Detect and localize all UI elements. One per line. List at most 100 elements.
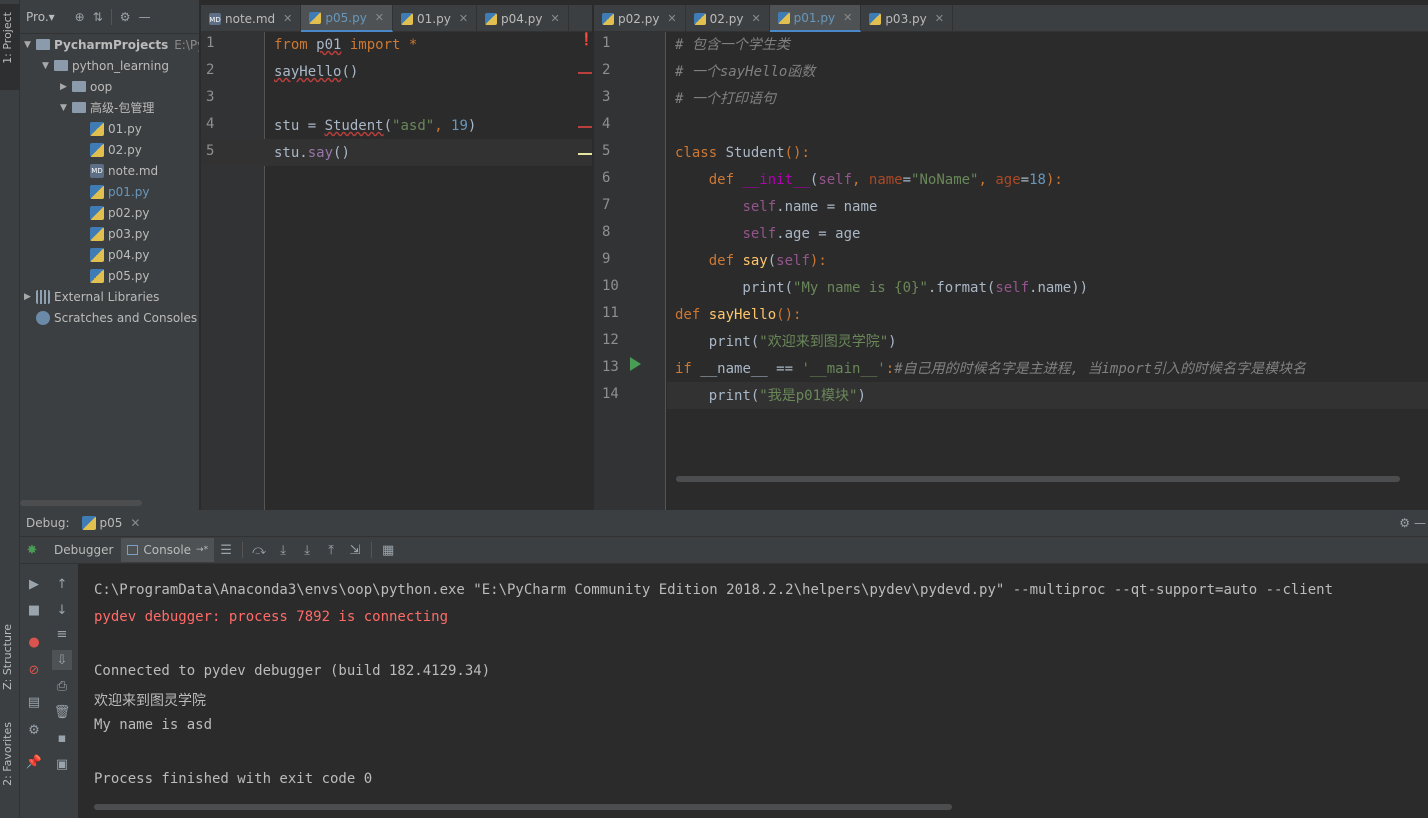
- code-line[interactable]: self.age = age: [675, 221, 860, 248]
- editor-tab[interactable]: MD note.md ✕: [201, 5, 302, 32]
- step-over-icon[interactable]: ⤼: [247, 538, 271, 562]
- resume-icon[interactable]: ▶: [24, 574, 44, 594]
- console-tab[interactable]: Console →*: [121, 538, 215, 562]
- collapse-all-icon[interactable]: ⇅: [93, 10, 103, 24]
- step-into-icon[interactable]: ⤓: [271, 538, 295, 562]
- code-line[interactable]: # 一个sayHello函数: [675, 59, 815, 86]
- run-to-cursor-icon[interactable]: ⇲: [343, 538, 367, 562]
- code-line[interactable]: # 包含一个学生类: [675, 32, 790, 59]
- error-stripe-mark[interactable]: [578, 72, 592, 74]
- scroll-up-icon[interactable]: ↑: [52, 574, 72, 594]
- step-out-icon[interactable]: ⤒: [319, 538, 343, 562]
- code-line[interactable]: if __name__ == '__main__':#自己用的时候名字是主进程,…: [675, 356, 1306, 383]
- console-horizontal-scrollbar[interactable]: [94, 804, 952, 810]
- code-line[interactable]: print("欢迎来到图灵学院"): [675, 329, 897, 356]
- hide-panel-icon[interactable]: —: [139, 10, 151, 24]
- chevron-down-icon[interactable]: ▼: [60, 103, 72, 113]
- code-line[interactable]: stu = Student("asd", 19): [274, 113, 476, 140]
- code-line[interactable]: # 一个打印语句: [675, 86, 776, 113]
- project-tree-item[interactable]: ▼ PycharmProjects E:\Pyc: [24, 34, 199, 55]
- pin-icon[interactable]: 📌: [24, 752, 44, 772]
- gear-icon[interactable]: ⚙: [120, 10, 131, 24]
- project-tree-item[interactable]: p02.py: [78, 202, 149, 223]
- debugger-tab[interactable]: Debugger: [54, 543, 113, 557]
- code-line[interactable]: print("My name is {0}".format(self.name)…: [675, 275, 1088, 302]
- debug-console-output[interactable]: C:\ProgramData\Anaconda3\envs\oop\python…: [78, 564, 1428, 818]
- project-tree-item[interactable]: p03.py: [78, 223, 149, 244]
- error-stripe-mark[interactable]: [578, 126, 592, 128]
- code-line[interactable]: def sayHello():: [675, 302, 801, 329]
- close-icon[interactable]: ✕: [843, 11, 852, 24]
- soft-wrap-icon[interactable]: ≡: [52, 624, 72, 644]
- editor-tab-label: 02.py: [709, 11, 744, 26]
- project-tree-item[interactable]: p04.py: [78, 244, 149, 265]
- project-tree-item[interactable]: p05.py: [78, 265, 149, 286]
- mute-breakpoints-icon[interactable]: ⊘: [24, 660, 44, 680]
- code-line[interactable]: stu.say(): [274, 140, 350, 167]
- trash-icon[interactable]: 🗑: [52, 702, 72, 722]
- editor-tab[interactable]: p04.py ✕: [477, 5, 569, 32]
- close-icon[interactable]: ✕: [283, 12, 292, 25]
- editor-tab[interactable]: 01.py ✕: [393, 5, 478, 32]
- project-horizontal-scrollbar[interactable]: [20, 500, 142, 506]
- scroll-down-icon[interactable]: ↓: [52, 600, 72, 620]
- chevron-right-icon[interactable]: ▶: [24, 292, 36, 302]
- chevron-down-icon[interactable]: ▼: [24, 40, 36, 50]
- editor-horizontal-scrollbar[interactable]: [676, 476, 1400, 482]
- layout-menu-icon[interactable]: ☰: [214, 538, 238, 562]
- project-tree-item[interactable]: MD note.md: [78, 160, 158, 181]
- close-icon[interactable]: ✕: [667, 12, 676, 25]
- project-tree-item[interactable]: ▼ python_learning: [42, 55, 169, 76]
- code-line[interactable]: def __init__(self, name="NoName", age=18…: [675, 167, 1063, 194]
- history-icon[interactable]: ▣: [52, 754, 72, 774]
- debug-session-tab[interactable]: p05: [100, 516, 123, 530]
- evaluate-expression-icon[interactable]: ▦: [376, 538, 400, 562]
- structure-tool-tab[interactable]: Z: Structure: [0, 600, 20, 692]
- code-line[interactable]: def say(self):: [675, 248, 827, 275]
- close-icon[interactable]: ✕: [459, 12, 468, 25]
- project-tree-item[interactable]: p01.py: [78, 181, 149, 202]
- stop-icon[interactable]: ■: [24, 600, 44, 620]
- editor-tab[interactable]: p03.py ✕: [861, 5, 953, 32]
- close-icon[interactable]: ✕: [130, 516, 140, 530]
- code-line[interactable]: sayHello(): [274, 59, 358, 86]
- locate-file-icon[interactable]: ⊕: [75, 10, 85, 24]
- chevron-down-icon[interactable]: ▼: [42, 61, 54, 71]
- project-tree-item[interactable]: 01.py: [78, 118, 142, 139]
- error-indicator-icon[interactable]: ❗: [579, 32, 592, 46]
- editor-tab[interactable]: p05.py ✕: [301, 5, 394, 32]
- scroll-to-end-icon[interactable]: ⇩: [52, 650, 72, 670]
- close-icon[interactable]: ✕: [751, 12, 760, 25]
- project-view-selector[interactable]: Pro.▾: [26, 10, 55, 24]
- restore-layout-icon[interactable]: ▤: [24, 692, 44, 712]
- step-into-my-code-icon[interactable]: ⤓: [295, 538, 319, 562]
- project-tree-item[interactable]: ▶ oop: [60, 76, 112, 97]
- project-tool-tab[interactable]: 1: Project: [0, 4, 20, 90]
- editor-tab[interactable]: 02.py ✕: [686, 5, 770, 32]
- bug-icon[interactable]: ✸: [20, 538, 44, 562]
- project-tree-item[interactable]: ▼ 高级-包管理: [60, 97, 154, 118]
- editor-tab[interactable]: p01.py ✕: [769, 5, 862, 32]
- hide-panel-icon[interactable]: —: [1414, 516, 1426, 530]
- console-settings-icon[interactable]: ▪: [52, 728, 72, 748]
- close-icon[interactable]: ✕: [935, 12, 944, 25]
- run-gutter-icon[interactable]: [630, 357, 641, 371]
- code-line[interactable]: class Student():: [675, 140, 810, 167]
- close-icon[interactable]: ✕: [550, 12, 559, 25]
- project-tree-item[interactable]: 02.py: [78, 139, 142, 160]
- breakpoints-icon[interactable]: ●: [24, 632, 44, 652]
- gear-icon[interactable]: ⚙: [1399, 516, 1410, 530]
- chevron-right-icon[interactable]: ▶: [60, 82, 72, 92]
- gear-icon[interactable]: ⚙: [24, 720, 44, 740]
- code-line[interactable]: print("我是p01模块"): [675, 383, 866, 410]
- favorites-tool-tab[interactable]: 2: Favorites: [0, 712, 20, 804]
- project-tree-item[interactable]: Scratches and Consoles: [24, 307, 197, 328]
- close-icon[interactable]: ✕: [375, 11, 384, 24]
- editor-tab[interactable]: p02.py ✕: [594, 5, 686, 32]
- left-code-editor[interactable]: ❗ 1 2 3 4 5 from p01 import * sayHello() stu = …: [201, 32, 592, 510]
- print-icon[interactable]: ⎙: [52, 676, 72, 696]
- project-tree-item[interactable]: ▶ External Libraries: [24, 286, 159, 307]
- code-line[interactable]: from p01 import *: [274, 32, 417, 59]
- code-line[interactable]: self.name = name: [675, 194, 877, 221]
- right-code-editor[interactable]: 1 2 3 4 5 6 7 8 9 10 11 12 13 14 # 包含一个学生类 # 一个sayHello…: [594, 32, 1428, 510]
